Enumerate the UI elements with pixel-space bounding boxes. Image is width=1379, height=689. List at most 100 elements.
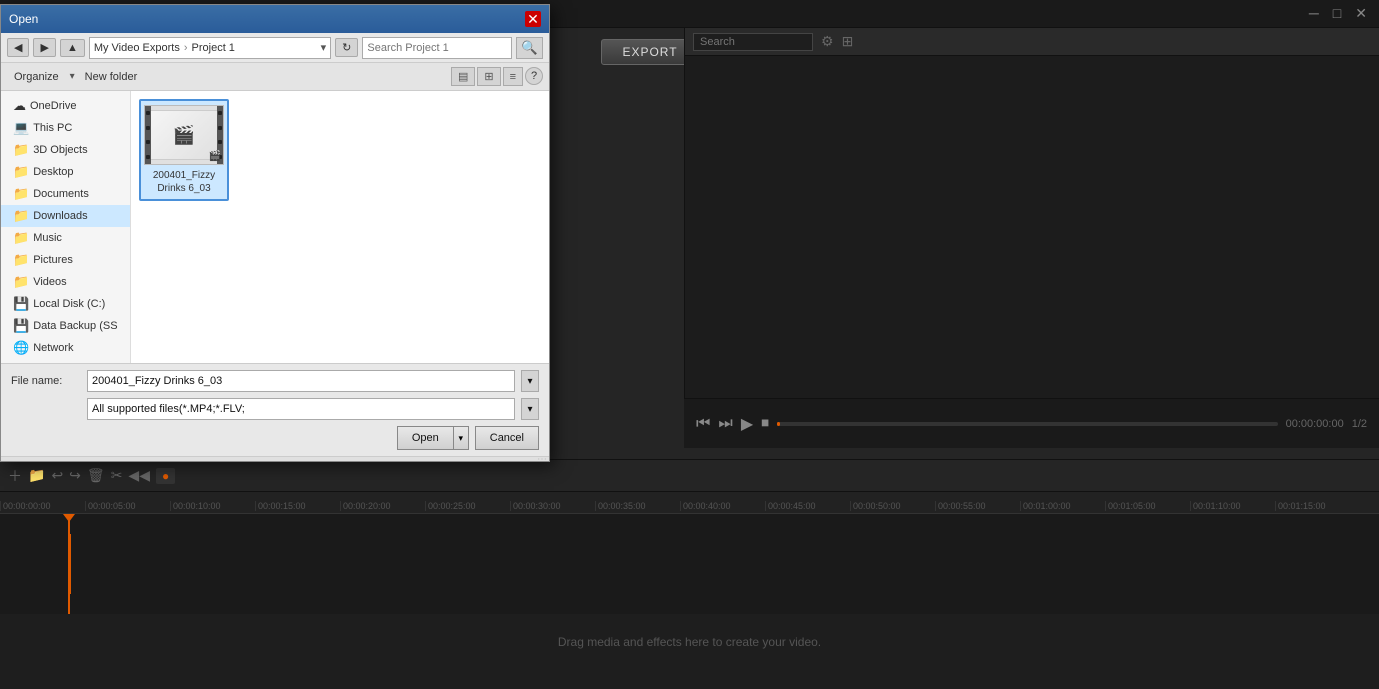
dialog-sidebar: ☁OneDrive💻This PC📁3D Objects📁Desktop📁Doc… [1, 91, 131, 363]
file-label: 200401_Fizzy Drinks 6_03 [145, 169, 223, 195]
prev-icon[interactable]: ◀◀ [128, 467, 150, 484]
sidebar-item-backup[interactable]: 💾 Data Backup (SS [1, 315, 130, 337]
sidebar-icon-thispc: 💻 [13, 120, 29, 136]
path-dropdown-arrow[interactable]: ▾ [321, 41, 327, 54]
new-folder-button[interactable]: New folder [79, 69, 144, 85]
sidebar-icon-localdisk: 💾 [13, 296, 29, 312]
stop-button[interactable]: ⏹ [761, 415, 769, 433]
undo-icon[interactable]: ↩ [51, 467, 63, 484]
window-controls: ─ □ ✕ [1305, 5, 1371, 22]
sidebar-item-pictures[interactable]: 📁Pictures [1, 249, 130, 271]
sidebar-item-music[interactable]: 📁Music [1, 227, 130, 249]
marker-badge: ● [156, 468, 175, 484]
sidebar-item-3dobjects[interactable]: 📁 3D Objects [1, 139, 130, 161]
sidebar-label-backup: Data Backup (SS [33, 320, 117, 332]
sidebar-icon-downloads: 📁 [13, 208, 29, 224]
playback-controls: ⏮ ⏭ ▶ ⏹ 00:00:00:00 1/2 [684, 398, 1379, 448]
sidebar-item-desktop[interactable]: 📁Desktop [1, 161, 130, 183]
ruler-mark: 00:00:10:00 [170, 501, 255, 511]
sidebar-label-music: Music [33, 232, 62, 244]
sidebar-item-network[interactable]: 🌐 Network [1, 337, 130, 359]
filename-input[interactable] [87, 370, 515, 392]
sidebar-icon-backup: 💾 [13, 318, 29, 334]
sidebar-icon-videos: 📁 [13, 274, 29, 290]
filename-dropdown-arrow[interactable]: ▾ [521, 370, 539, 392]
sidebar-label-videos: Videos [33, 276, 66, 288]
maximize-icon[interactable]: □ [1329, 5, 1345, 22]
sidebar-item-localdisk[interactable]: 💾 Local Disk (C:) [1, 293, 130, 315]
sidebar-label-3dobjects: 3D Objects [33, 144, 87, 156]
ruler-mark: 00:00:40:00 [680, 501, 765, 511]
sidebar-icon-onedrive: ☁ [13, 98, 26, 114]
sidebar-label-documents: Documents [33, 188, 89, 200]
file-item-file1[interactable]: 🎬🎬200401_Fizzy Drinks 6_03 [139, 99, 229, 201]
sidebar-label-desktop: Desktop [33, 166, 73, 178]
organize-dropdown-arrow[interactable]: ▾ [70, 71, 75, 82]
ruler-mark: 00:00:35:00 [595, 501, 680, 511]
sidebar-label-localdisk: Local Disk (C:) [33, 298, 105, 310]
right-panel: ⚙ ⊞ [684, 28, 1379, 448]
dialog-search-input[interactable] [362, 37, 512, 59]
playback-slider[interactable] [777, 422, 1277, 426]
organize-button[interactable]: Organize [7, 68, 66, 86]
step-back-button[interactable]: ⏭ [718, 415, 732, 433]
ruler-mark: 00:00:50:00 [850, 501, 935, 511]
refresh-button[interactable]: ↻ [335, 38, 358, 57]
ruler-mark: 00:00:30:00 [510, 501, 595, 511]
sidebar-item-documents[interactable]: 📁Documents [1, 183, 130, 205]
prev-frame-button[interactable]: ⏮ [696, 415, 710, 433]
help-button[interactable]: ? [525, 67, 543, 85]
ruler-mark: 00:00:05:00 [85, 501, 170, 511]
media-search-input[interactable] [693, 33, 813, 51]
filter-icon[interactable]: ⚙ [821, 33, 834, 50]
forward-button[interactable]: ▶ [33, 38, 55, 57]
sidebar-item-onedrive[interactable]: ☁OneDrive [1, 95, 130, 117]
filename-label: File name: [11, 375, 81, 387]
timeline-ruler: 00:00:00:0000:00:05:0000:00:10:0000:00:1… [0, 492, 1379, 514]
open-button[interactable]: Open [397, 426, 453, 450]
playback-time: 00:00:00:00 [1286, 418, 1344, 430]
open-dropdown-button[interactable]: ▾ [453, 426, 469, 450]
redo-icon[interactable]: ↪ [69, 467, 81, 484]
delete-icon[interactable]: 🗑 [87, 467, 105, 484]
cancel-button[interactable]: Cancel [475, 426, 539, 450]
grid-icon[interactable]: ⊞ [842, 33, 854, 50]
view-button-3[interactable]: ≡ [503, 67, 523, 86]
back-button[interactable]: ◀ [7, 38, 29, 57]
dialog-body: ☁OneDrive💻This PC📁3D Objects📁Desktop📁Doc… [1, 91, 549, 363]
sidebar-item-thispc[interactable]: 💻 This PC [1, 117, 130, 139]
play-button[interactable]: ▶ [741, 414, 753, 434]
ruler-mark: 00:01:00:00 [1020, 501, 1105, 511]
filetype-row: ▾ [11, 398, 539, 420]
ruler-mark: 00:00:20:00 [340, 501, 425, 511]
filetype-dropdown-arrow[interactable]: ▾ [521, 398, 539, 420]
sidebar-icon-network: 🌐 [13, 340, 29, 356]
ruler-mark: 00:01:10:00 [1190, 501, 1275, 511]
filetype-select[interactable] [87, 398, 515, 420]
close-icon[interactable]: ✕ [1351, 5, 1371, 22]
playhead-head [63, 514, 75, 522]
dialog-title: Open [9, 12, 38, 26]
up-button[interactable]: ▲ [60, 39, 85, 57]
sidebar-label-network: Network [33, 342, 73, 354]
sidebar-icon-3dobjects: 📁 [13, 142, 29, 158]
path-bar[interactable]: My Video Exports › Project 1 ▾ [89, 37, 331, 59]
path-segment-root[interactable]: My Video Exports [94, 42, 180, 54]
minimize-icon[interactable]: ─ [1305, 5, 1323, 22]
ruler-mark: 00:00:25:00 [425, 501, 510, 511]
view-button-1[interactable]: ▤ [451, 67, 475, 86]
sidebar-label-thispc: This PC [33, 122, 72, 134]
timeline-area: ＋ 📁 ↩ ↪ 🗑 ✂ ◀◀ ● 00:00:00:0000:00:05:000… [0, 459, 1379, 689]
view-button-2[interactable]: ⊞ [477, 67, 500, 86]
film-badge-icon: 🎬 [209, 151, 221, 162]
path-segment-project[interactable]: Project 1 [192, 42, 235, 54]
ruler-mark: 00:00:45:00 [765, 501, 850, 511]
cut-icon[interactable]: ✂ [111, 467, 123, 484]
sidebar-item-videos[interactable]: 📁 Videos [1, 271, 130, 293]
dialog-search-button[interactable]: 🔍 [516, 37, 543, 59]
sidebar-item-downloads[interactable]: 📁Downloads [1, 205, 130, 227]
resize-handle[interactable]: ⋯ [1, 456, 549, 461]
dialog-close-button[interactable]: ✕ [525, 11, 541, 27]
add-track-icon[interactable]: ＋ [8, 466, 22, 486]
folder-icon[interactable]: 📁 [28, 467, 45, 484]
